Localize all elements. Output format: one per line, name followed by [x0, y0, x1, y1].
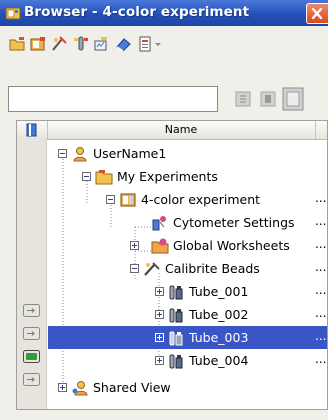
row-more: ... [315, 283, 327, 297]
row-more: ... [315, 329, 327, 343]
tube-icon [169, 331, 183, 346]
row-more: ... [315, 260, 327, 274]
tree-row-cytometer-settings[interactable]: Cytometer Settings ... [17, 211, 327, 234]
collapse-toggle-icon[interactable] [130, 264, 139, 273]
expand-toggle-icon[interactable] [155, 333, 164, 342]
window-bottom [0, 410, 328, 420]
tree-row-tube[interactable]: Tube_001 ... [17, 280, 327, 303]
row-more: ... [315, 191, 327, 205]
next-result-button[interactable] [259, 90, 277, 108]
folder-icon [95, 170, 113, 185]
eraser-button[interactable] [114, 35, 132, 53]
tree-row-label: Tube_004 [189, 353, 249, 368]
browser-app-icon [5, 7, 21, 20]
tree-row-shared-view[interactable]: Shared View [17, 376, 327, 399]
new-specimen-button[interactable] [50, 35, 68, 53]
tube-icon [169, 308, 183, 323]
toolbar-dropdown-arrow[interactable] [154, 35, 162, 53]
specimen-icon [144, 262, 160, 276]
close-button[interactable] [306, 3, 328, 24]
expand-toggle-icon[interactable] [155, 310, 164, 319]
new-global-worksheet-button[interactable] [92, 35, 110, 53]
new-tube-button[interactable] [72, 35, 90, 53]
browser-tree[interactable]: Name UserName1 My Experiments 4-color ex… [16, 120, 328, 410]
expand-toggle-icon[interactable] [58, 383, 67, 392]
expand-toggle-icon[interactable] [155, 356, 164, 365]
row-more: ... [315, 352, 327, 366]
prev-result-button[interactable] [234, 90, 252, 108]
tree-row-label: My Experiments [117, 169, 218, 184]
close-icon [311, 7, 323, 20]
collapse-toggle-icon[interactable] [58, 149, 67, 158]
global-worksheets-icon [151, 238, 169, 254]
user-icon [73, 147, 87, 162]
experiment-book-icon [120, 193, 136, 207]
tree-row-global-worksheets[interactable]: Global Worksheets ... [17, 234, 327, 257]
new-experiment-button[interactable] [29, 35, 47, 53]
row-more: ... [315, 237, 327, 251]
toolbar [8, 35, 328, 55]
tree-row-my-experiments[interactable]: My Experiments [17, 165, 327, 188]
shared-view-icon [72, 381, 88, 396]
collapse-toggle-icon[interactable] [82, 172, 91, 181]
tree-row-label: Cytometer Settings [173, 215, 295, 230]
tree-row-tube[interactable]: Tube_002 ... [17, 303, 327, 326]
tree-row-tube[interactable]: Tube_004 ... [17, 349, 327, 372]
collapse-toggle-icon[interactable] [106, 195, 115, 204]
title-bar: Browser - 4-color experiment [0, 0, 328, 26]
tube-icon [169, 285, 183, 300]
row-more: ... [315, 214, 327, 228]
tree-row-tube-selected[interactable]: Tube_003 ... [17, 326, 327, 349]
selection-highlight [48, 326, 327, 349]
expand-toggle-icon[interactable] [130, 241, 139, 250]
tree-row-experiment[interactable]: 4-color experiment ... [17, 188, 327, 211]
row-more: ... [315, 306, 327, 320]
window-title: Browser - 4-color experiment [24, 4, 250, 20]
browser-window: Browser - 4-color experiment Name UserNa… [0, 0, 328, 420]
new-folder-button[interactable] [8, 35, 26, 53]
tree-row-label: Global Worksheets [173, 238, 290, 253]
tube-icon [169, 354, 183, 369]
tree-row-label: Tube_001 [189, 284, 249, 299]
tree-row-label: Calibrite Beads [165, 261, 260, 276]
report-button[interactable] [136, 35, 154, 53]
cytometer-settings-icon [152, 216, 166, 231]
expand-toggle-icon[interactable] [155, 287, 164, 296]
tree-row-label: UserName1 [93, 146, 167, 161]
tree-row-user[interactable]: UserName1 [17, 142, 327, 165]
search-row [8, 86, 328, 116]
tree-row-label: Shared View [93, 380, 171, 395]
search-input[interactable] [8, 86, 218, 112]
tree-row-label: Tube_002 [189, 307, 249, 322]
search-options-button[interactable] [282, 87, 304, 111]
tree-row-label: Tube_003 [189, 330, 249, 345]
tree-row-label: 4-color experiment [141, 192, 261, 207]
tree-row-calibrite-beads[interactable]: Calibrite Beads ... [17, 257, 327, 280]
